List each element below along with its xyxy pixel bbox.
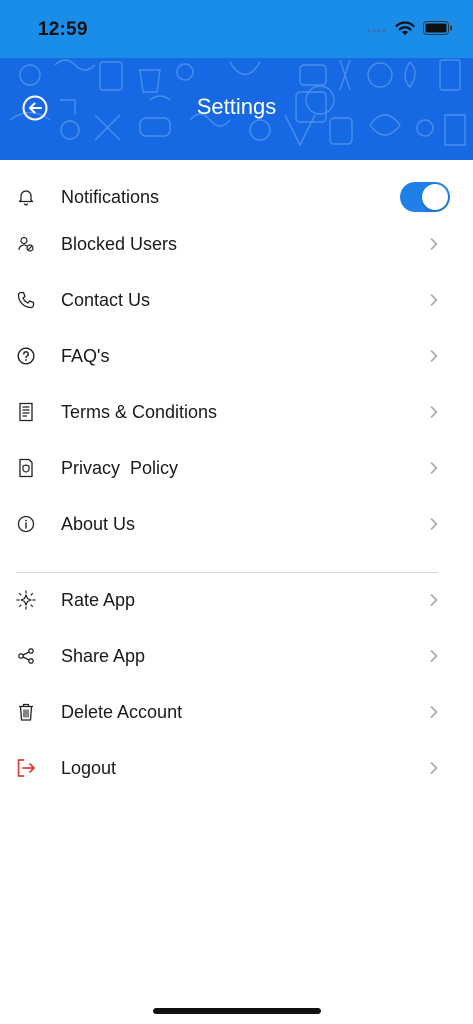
home-indicator[interactable] — [153, 1008, 321, 1014]
status-icons — [367, 20, 453, 36]
settings-item-faqs[interactable]: FAQ's — [0, 330, 473, 382]
settings-item-label: Blocked Users — [61, 233, 178, 254]
settings-item-label: Delete Account — [61, 701, 183, 722]
section-divider — [16, 572, 438, 573]
settings-item-delete-account[interactable]: Delete Account — [0, 686, 473, 738]
chevron-right-icon — [429, 461, 439, 475]
settings-item-logout[interactable]: Logout — [0, 742, 473, 794]
chevron-right-icon — [429, 649, 439, 663]
settings-item-label: Privacy Policy — [61, 457, 179, 478]
settings-item-notifications: Notifications — [0, 171, 473, 223]
chevron-right-icon — [429, 517, 439, 531]
share-icon — [16, 646, 36, 666]
notifications-toggle[interactable] — [400, 182, 450, 212]
toggle-knob — [422, 184, 448, 210]
logout-icon — [16, 758, 36, 778]
settings-item-label: Contact Us — [61, 289, 151, 310]
settings-item-label: Logout — [61, 757, 117, 778]
settings-header: 12:59 Settings — [0, 0, 473, 160]
trash-icon — [16, 702, 36, 722]
chevron-right-icon — [429, 293, 439, 307]
battery-icon — [423, 21, 452, 35]
settings-item-label: About Us — [61, 513, 136, 534]
question-circle-icon — [16, 346, 36, 366]
chevron-right-icon — [429, 593, 439, 607]
settings-item-label: Terms & Conditions — [61, 401, 218, 422]
document-icon — [16, 402, 36, 422]
bell-icon — [16, 187, 36, 207]
settings-item-label: FAQ's — [61, 345, 110, 366]
blocked-users-icon — [16, 234, 36, 254]
settings-item-contact-us[interactable]: Contact Us — [0, 274, 473, 326]
sparkle-icon — [16, 590, 36, 610]
status-bar: 12:59 — [0, 0, 473, 58]
info-circle-icon — [16, 514, 36, 534]
settings-item-terms[interactable]: Terms & Conditions — [0, 386, 473, 438]
phone-icon — [16, 290, 36, 310]
settings-item-about-us[interactable]: About Us — [0, 498, 473, 550]
shield-document-icon — [16, 458, 36, 478]
chevron-right-icon — [429, 237, 439, 251]
chevron-right-icon — [429, 705, 439, 719]
settings-item-rate-app[interactable]: Rate App — [0, 574, 473, 626]
chevron-right-icon — [429, 761, 439, 775]
settings-item-privacy-policy[interactable]: Privacy Policy — [0, 442, 473, 494]
status-time: 12:59 — [38, 19, 88, 40]
settings-item-blocked-users[interactable]: Blocked Users — [0, 218, 473, 270]
page-title: Settings — [196, 94, 277, 119]
chevron-right-icon — [429, 349, 439, 363]
chevron-right-icon — [429, 405, 439, 419]
wifi-icon — [395, 21, 415, 35]
settings-item-label: Notifications — [61, 186, 160, 207]
settings-item-label: Rate App — [61, 589, 136, 610]
settings-item-label: Share App — [61, 645, 146, 666]
settings-item-share-app[interactable]: Share App — [0, 630, 473, 682]
signal-icon — [367, 29, 386, 33]
